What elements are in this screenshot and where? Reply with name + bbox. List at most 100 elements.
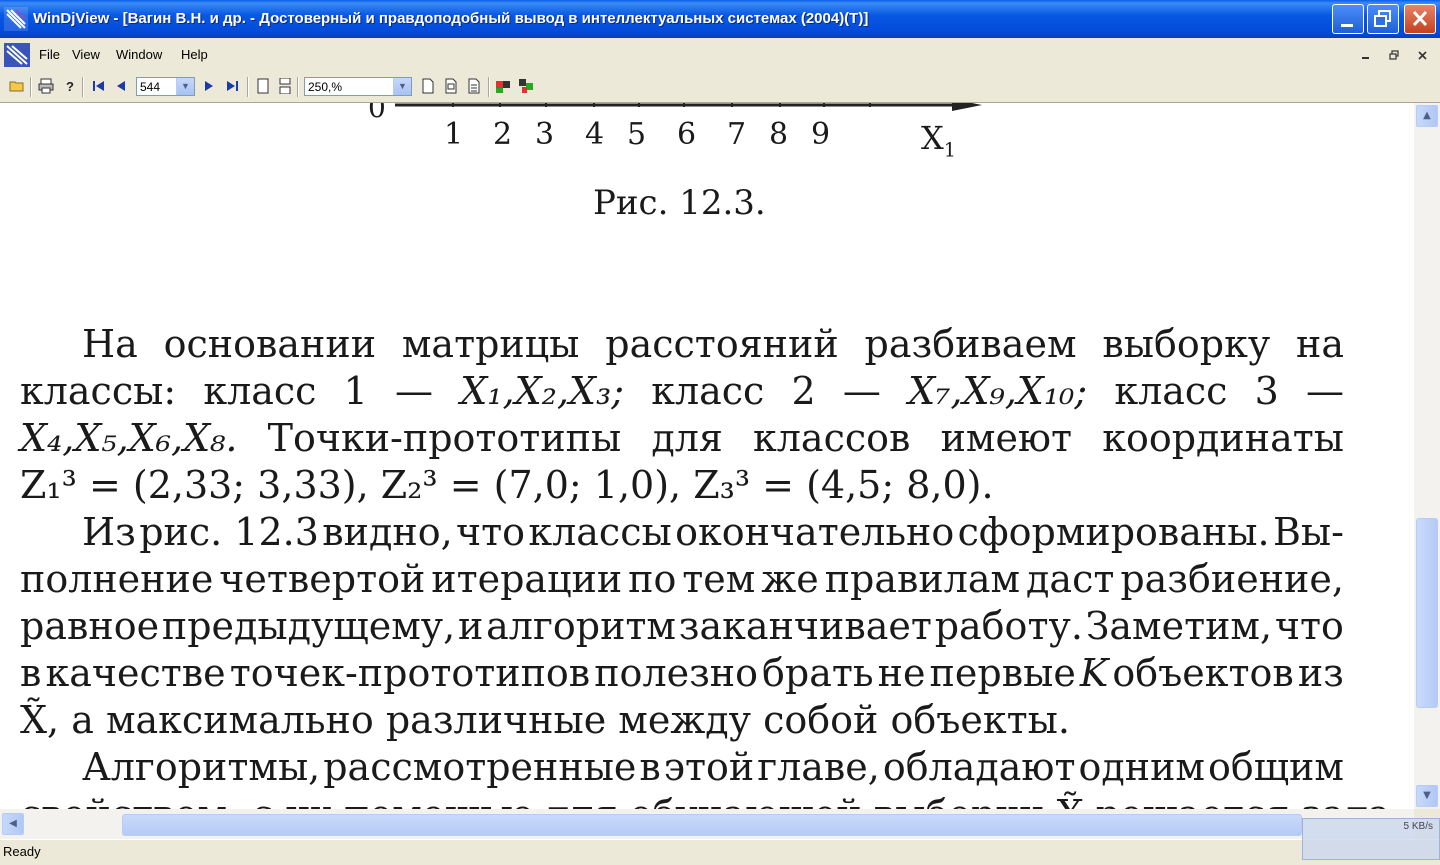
word: расстояний	[605, 322, 839, 366]
close-button[interactable]	[1404, 4, 1436, 34]
word: класс	[203, 369, 317, 413]
single-page-icon[interactable]	[255, 78, 271, 94]
word: качестве	[45, 651, 226, 695]
continuous-page-icon[interactable]	[277, 78, 293, 94]
paragraph-2-line-5: X̃, а максимально различные между собой …	[20, 697, 1344, 743]
next-page-icon[interactable]	[201, 78, 217, 94]
word: правилам	[824, 557, 1021, 601]
previous-page-icon[interactable]	[113, 78, 129, 94]
word: по	[628, 557, 677, 601]
open-folder-icon[interactable]	[9, 78, 25, 94]
word: Алгоритмы,	[82, 745, 321, 789]
help-icon[interactable]: ?	[62, 78, 78, 94]
minimize-icon	[1362, 57, 1369, 59]
print-icon[interactable]	[38, 78, 54, 94]
word: обладают	[882, 745, 1076, 789]
axis-tick-label: 4	[585, 117, 605, 152]
word: одним	[1078, 745, 1206, 789]
axis-tick-label: 3	[535, 117, 555, 152]
svg-text:?: ?	[66, 79, 74, 94]
title-bar[interactable]: WinDjView - [Вагин В.Н. и др. - Достовер…	[0, 0, 1440, 38]
axis-origin-label: 0	[368, 103, 386, 124]
menu-window[interactable]: Window	[116, 47, 162, 62]
status-text: Ready	[3, 844, 41, 859]
toolbar-separator	[247, 77, 249, 97]
word: сформированы.	[957, 510, 1270, 554]
paragraph-2-line-1: Из рис. 12.3 видно, что классы окончател…	[20, 509, 1344, 555]
axis-name: X	[921, 119, 944, 157]
toolbar-separator	[297, 77, 299, 97]
rotate-left-icon[interactable]	[495, 78, 511, 94]
minimize-button[interactable]	[1332, 4, 1364, 34]
text-line: свойством: с их помощью для обучающей вы…	[20, 791, 1404, 809]
toolbar-separator	[30, 77, 32, 97]
word: классов	[753, 416, 911, 460]
rotate-right-icon[interactable]	[518, 78, 534, 94]
fit-width-icon[interactable]	[443, 78, 459, 94]
word: матрицы	[401, 322, 580, 366]
word: имеют	[940, 416, 1073, 460]
toolbar-separator	[82, 77, 84, 97]
fit-page-icon[interactable]	[420, 78, 436, 94]
word: точек-прототипов	[229, 651, 591, 695]
first-page-icon[interactable]	[91, 78, 107, 94]
axis-name-label: X1	[921, 119, 956, 161]
zoom-select[interactable]: 250,% ▼	[304, 77, 412, 96]
word: для	[651, 416, 723, 460]
menu-file[interactable]: File	[39, 47, 60, 62]
word: класс	[651, 369, 765, 413]
mdi-restore-button[interactable]	[1385, 48, 1403, 64]
word: и	[458, 604, 484, 648]
toolbar: ? 544 ▼ 250,% ▼	[0, 72, 1440, 103]
close-icon	[1412, 10, 1428, 27]
word: —	[842, 369, 881, 413]
chevron-up-icon: ▲	[1423, 110, 1431, 121]
last-page-icon[interactable]	[224, 78, 240, 94]
word: окончательно	[675, 510, 955, 554]
word: полнение	[20, 557, 214, 601]
menu-help[interactable]: Help	[181, 47, 208, 62]
scroll-down-button[interactable]: ▼	[1416, 785, 1438, 807]
word: что	[456, 510, 526, 554]
paragraph-1-line-3: X₄,X₅,X₆,X₈. Точки-прототипы для классов…	[20, 415, 1344, 461]
word: Вы-	[1272, 510, 1344, 554]
word: основании	[163, 322, 377, 366]
actual-size-icon[interactable]	[466, 78, 482, 94]
axis-tick-label: 9	[811, 117, 831, 152]
word: рис. 12.3	[139, 510, 319, 554]
mdi-close-button[interactable]	[1414, 48, 1432, 64]
word: координаты	[1102, 416, 1344, 460]
word: На	[82, 322, 138, 366]
horizontal-scrollbar[interactable]: ◀	[0, 809, 1414, 839]
axis-tick-label: 8	[769, 117, 789, 152]
paragraph-1-line-2: классы: класс 1 — X₁,X₂,X₃; класс 2 — X₇…	[20, 368, 1344, 414]
word: 3	[1254, 369, 1279, 413]
word: Точки-прототипы	[267, 416, 622, 460]
status-bar: Ready	[0, 839, 1440, 865]
vertical-scroll-thumb[interactable]	[1416, 518, 1438, 708]
paragraph-1-line-4: Z₁³ = (2,33; 3,33), Z₂³ = (7,0; 1,0), Z₃…	[20, 462, 1344, 508]
vertical-scrollbar[interactable]: ▲ ▼	[1414, 103, 1440, 809]
mdi-minimize-button[interactable]	[1357, 48, 1375, 64]
paragraph-2-line-3: равное предыдущему, и алгоритм заканчива…	[20, 603, 1344, 649]
restore-button[interactable]	[1367, 4, 1399, 34]
chevron-down-icon: ▼	[1423, 790, 1431, 801]
paragraph-3-line-2: свойством: с их помощью для обучающей вы…	[20, 791, 1404, 809]
menu-view[interactable]: View	[72, 47, 100, 62]
word: работу.	[934, 604, 1083, 648]
scroll-left-button[interactable]: ◀	[2, 813, 24, 835]
word: рассмотренные	[323, 745, 637, 789]
word: четвертой	[219, 557, 426, 601]
scroll-up-button[interactable]: ▲	[1416, 105, 1438, 127]
word: на	[1296, 322, 1344, 366]
page-number-select[interactable]: 544 ▼	[136, 77, 195, 96]
word: —	[1306, 369, 1344, 413]
document-view[interactable]: 0 1 2 3 4 5 6 7 8 9 X1 Рис. 12.3. На осн…	[0, 103, 1414, 809]
chevron-down-icon[interactable]: ▼	[176, 78, 194, 95]
horizontal-scroll-thumb[interactable]	[122, 814, 1302, 836]
axis-name-subscript: 1	[943, 138, 956, 162]
math-expression: X₄,X₅,X₆,X₈.	[20, 416, 238, 460]
word: равное	[20, 604, 160, 648]
word: класс	[1114, 369, 1228, 413]
chevron-down-icon[interactable]: ▼	[393, 78, 411, 95]
